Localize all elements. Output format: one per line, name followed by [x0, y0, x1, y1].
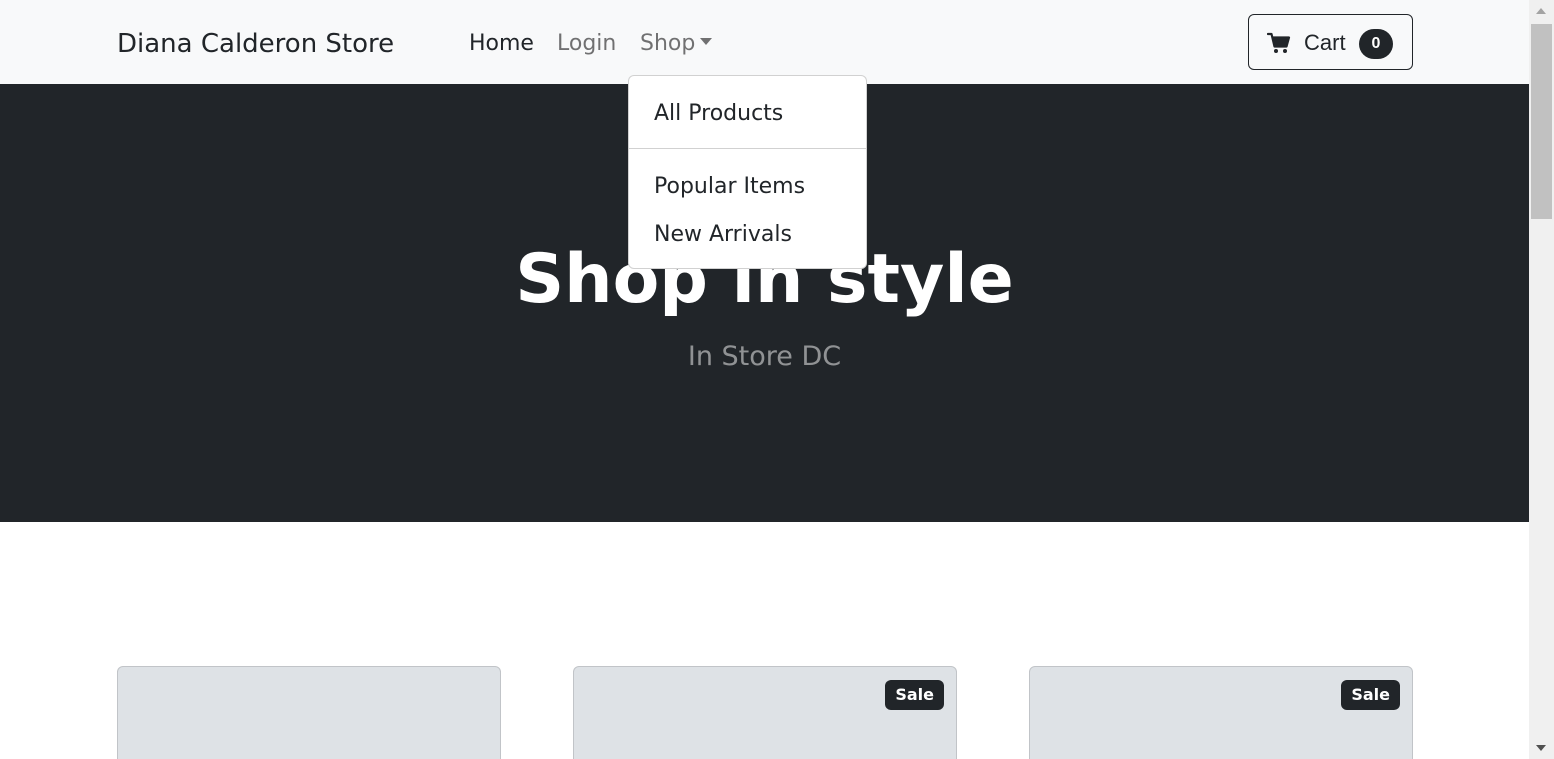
shop-dropdown-menu: All Products Popular Items New Arrivals: [628, 75, 867, 269]
dropdown-item-all-products[interactable]: All Products: [654, 99, 783, 129]
product-card[interactable]: Sale: [1029, 666, 1413, 759]
sale-badge: Sale: [885, 680, 944, 710]
cart-label: Cart: [1304, 30, 1346, 55]
nav-link-login[interactable]: Login: [557, 28, 616, 60]
product-card[interactable]: [117, 666, 501, 759]
nav-link-home[interactable]: Home: [469, 28, 534, 60]
cart-icon: [1267, 32, 1291, 53]
scroll-down-arrow-icon[interactable]: [1536, 745, 1546, 751]
nav-link-shop-dropdown-toggle[interactable]: Shop: [640, 28, 713, 60]
cart-count-badge: 0: [1359, 29, 1393, 59]
scrollbar-thumb[interactable]: [1531, 24, 1552, 219]
product-card[interactable]: Sale: [573, 666, 957, 759]
dropdown-divider: [629, 148, 866, 149]
page: Diana Calderon Store Home Login Shop Car…: [0, 0, 1529, 759]
hero-subtitle: In Store DC: [687, 341, 842, 372]
cart-button[interactable]: Cart 0: [1248, 14, 1413, 70]
caret-down-icon: [700, 38, 713, 45]
dropdown-item-new-arrivals[interactable]: New Arrivals: [654, 220, 792, 250]
navbar: Diana Calderon Store Home Login Shop Car…: [0, 0, 1529, 84]
navbar-brand[interactable]: Diana Calderon Store: [117, 26, 394, 62]
vertical-scrollbar[interactable]: [1529, 0, 1554, 759]
dropdown-item-popular-items[interactable]: Popular Items: [654, 172, 805, 202]
sale-badge: Sale: [1341, 680, 1400, 710]
scroll-up-arrow-icon[interactable]: [1536, 8, 1546, 14]
nav-link-shop-label: Shop: [640, 31, 696, 56]
